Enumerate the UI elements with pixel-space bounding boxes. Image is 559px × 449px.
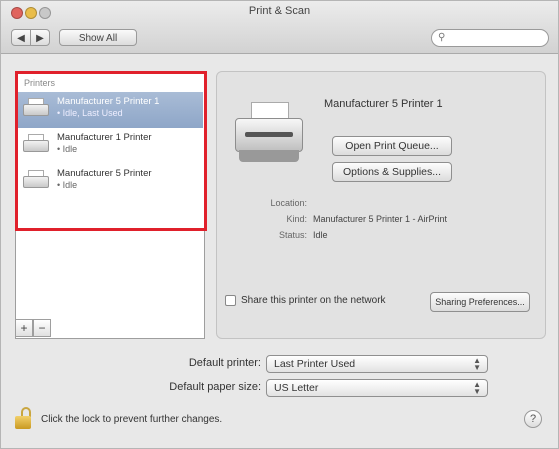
printer-item[interactable]: Manufacturer 5 Printer • Idle <box>17 164 203 200</box>
default-printer-popup[interactable]: Last Printer Used ▲ ▼ <box>266 355 488 373</box>
search-field[interactable]: ⚲ <box>431 29 549 47</box>
printer-large-icon <box>235 102 303 164</box>
forward-button[interactable]: ▶ <box>30 29 50 46</box>
printer-item-name: Manufacturer 5 Printer 1 <box>57 96 160 107</box>
printer-item-status: • Idle <box>57 180 78 190</box>
default-paper-size-label: Default paper size: <box>169 381 261 393</box>
popup-arrows-icon: ▲ ▼ <box>473 380 481 396</box>
window-title: Print & Scan <box>248 5 311 17</box>
printer-item-name: Manufacturer 5 Printer <box>57 168 152 179</box>
title-bar: Print & Scan ◀ ▶ Show All ⚲ <box>1 1 558 54</box>
printer-detail-panel: Manufacturer 5 Printer 1 Open Print Queu… <box>216 71 546 339</box>
printer-icon <box>23 98 49 120</box>
add-printer-button[interactable]: + <box>15 319 33 337</box>
default-paper-size-value: US Letter <box>274 382 319 394</box>
status-value: Idle <box>313 230 328 240</box>
printer-item[interactable]: Manufacturer 1 Printer • Idle <box>17 128 203 164</box>
default-printer-value: Last Printer Used <box>274 358 356 370</box>
share-printer-row: Share this printer on the network Sharin… <box>225 292 545 312</box>
kind-label: Kind: <box>286 214 307 224</box>
search-icon: ⚲ <box>438 32 446 43</box>
status-label: Status: <box>278 230 307 240</box>
default-paper-size-popup[interactable]: US Letter ▲ ▼ <box>266 379 488 397</box>
sharing-preferences-button[interactable]: Sharing Preferences... <box>430 292 530 312</box>
search-input[interactable] <box>450 31 548 47</box>
printer-icon <box>23 134 49 156</box>
printer-item[interactable]: Manufacturer 5 Printer 1 • Idle, Last Us… <box>17 92 203 128</box>
location-label: Location: <box>270 198 307 208</box>
options-supplies-button[interactable]: Options & Supplies... <box>332 162 452 182</box>
selected-printer-name: Manufacturer 5 Printer 1 <box>324 98 443 110</box>
lock-hint-text: Click the lock to prevent further change… <box>41 414 223 425</box>
help-button[interactable]: ? <box>524 410 542 428</box>
printer-list: Printers Manufacturer 5 Printer 1 • Idle… <box>15 71 205 339</box>
share-printer-label: Share this printer on the network <box>241 295 386 306</box>
printer-item-status: • Idle, Last Used <box>57 108 123 118</box>
printer-icon <box>23 170 49 192</box>
print-scan-window: Print & Scan ◀ ▶ Show All ⚲ Printers Man… <box>0 0 559 449</box>
popup-arrows-icon: ▲ ▼ <box>473 356 481 372</box>
add-remove-buttons: + − <box>15 319 51 337</box>
kind-value: Manufacturer 5 Printer 1 - AirPrint <box>313 214 448 224</box>
remove-printer-button[interactable]: − <box>33 319 51 337</box>
printer-list-header: Printers <box>24 78 56 88</box>
lock-icon[interactable] <box>15 407 33 429</box>
back-button[interactable]: ◀ <box>11 29 31 46</box>
share-printer-checkbox[interactable] <box>225 295 236 306</box>
printer-item-name: Manufacturer 1 Printer <box>57 132 152 143</box>
default-printer-label: Default printer: <box>188 357 261 369</box>
show-all-button[interactable]: Show All <box>59 29 137 46</box>
printer-item-status: • Idle <box>57 144 78 154</box>
open-print-queue-button[interactable]: Open Print Queue... <box>332 136 452 156</box>
